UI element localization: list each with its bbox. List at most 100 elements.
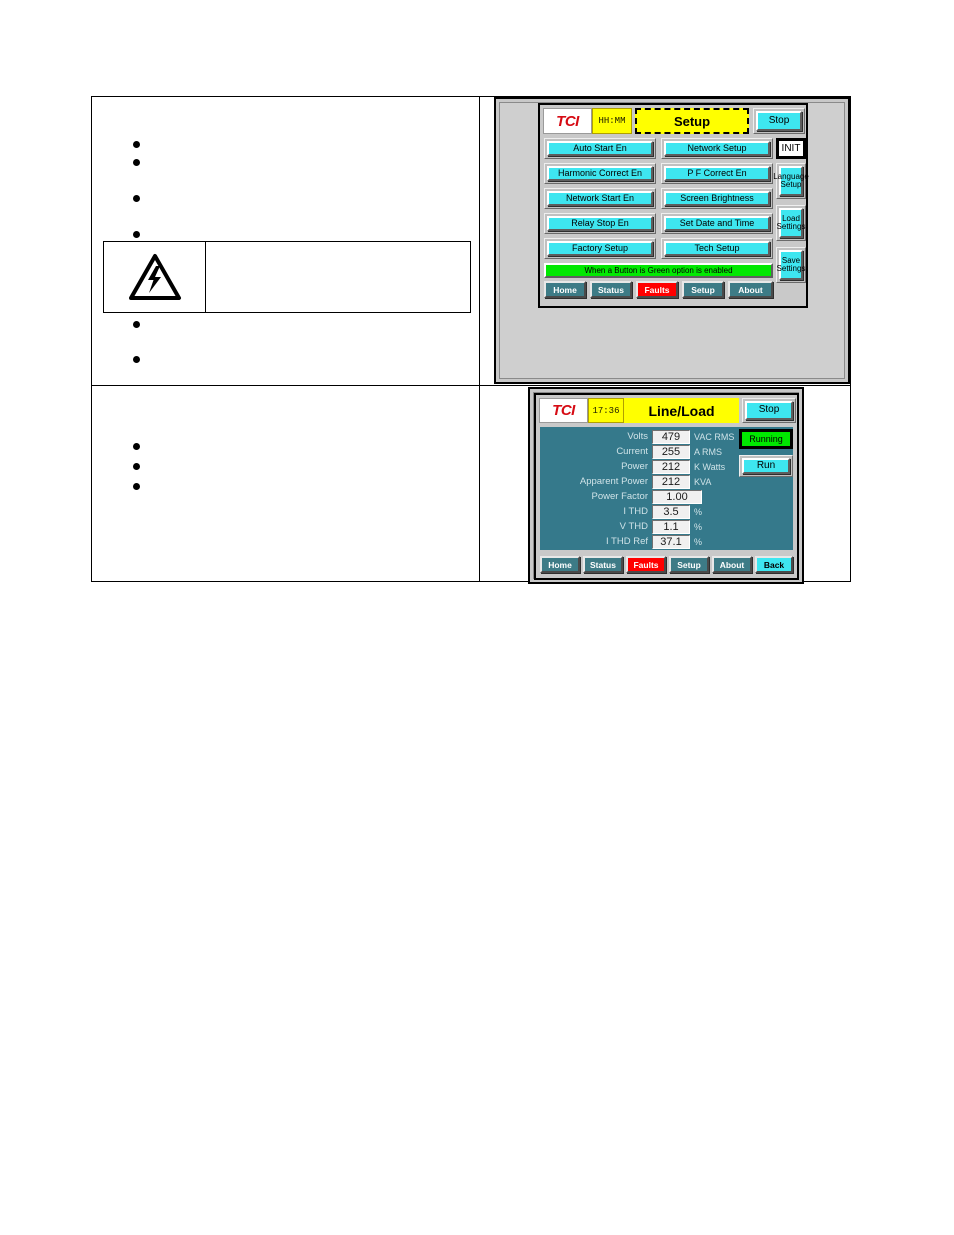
network-start-en-label: Network Start En — [565, 192, 635, 203]
button-frame-network-setup: Network Setup — [661, 138, 773, 159]
button-frame-language-setup: Language Setup — [773, 163, 809, 199]
reading-row: V THD 1.1 % — [540, 519, 793, 534]
nav-setup-button[interactable]: Setup — [669, 556, 709, 573]
button-frame-relay-stop: Relay Stop En — [544, 213, 656, 234]
relay-stop-en-button[interactable]: Relay Stop En — [547, 216, 653, 231]
network-start-en-button[interactable]: Network Start En — [547, 191, 653, 206]
bullet-point — [133, 321, 140, 328]
stop-button[interactable]: Stop — [756, 111, 802, 131]
tech-setup-button[interactable]: Tech Setup — [664, 241, 770, 256]
stop-button[interactable]: Stop — [745, 401, 793, 420]
run-button-label: Run — [756, 459, 776, 471]
tech-setup-label: Tech Setup — [694, 242, 740, 253]
clock-display: 17:36 — [588, 398, 624, 423]
reading-value: 479 — [652, 429, 690, 444]
save-settings-button[interactable]: Save Settings — [776, 250, 806, 280]
nav-faults-label: Faults — [633, 559, 659, 570]
button-frame-pf-correct: P F Correct En — [661, 163, 773, 184]
init-button[interactable]: INIT — [776, 138, 806, 159]
nav-status-button[interactable]: Status — [583, 556, 623, 573]
reading-label: Current — [616, 446, 648, 457]
nav-faults-button[interactable]: Faults — [626, 556, 666, 573]
stop-button-frame: Stop — [742, 398, 796, 423]
reading-label: Volts — [627, 431, 648, 442]
bullet-point — [133, 141, 140, 148]
nav-setup-label: Setup — [677, 559, 701, 570]
bullet-point — [133, 195, 140, 202]
reading-label: I THD Ref — [605, 536, 648, 547]
load-settings-button[interactable]: Load Settings — [777, 208, 805, 238]
network-setup-label: Network Setup — [687, 142, 747, 153]
page-title: Line/Load — [624, 398, 739, 423]
nav-home-button[interactable]: Home — [540, 556, 580, 573]
nav-status-button[interactable]: Status — [590, 281, 632, 298]
button-frame-load-settings: Load Settings — [776, 205, 806, 241]
reading-value: 1.00 — [652, 489, 702, 504]
tci-logo-text: TCI — [552, 402, 575, 419]
set-date-and-time-button[interactable]: Set Date and Time — [664, 216, 770, 231]
harmonic-correct-en-button[interactable]: Harmonic Correct En — [547, 166, 653, 181]
language-setup-label-line2: Setup — [780, 180, 802, 189]
warning-callout-box — [103, 241, 471, 313]
lineload-hmi-panel: TCI 17:36 Line/Load Stop Volts 479 VAC R… — [528, 387, 804, 584]
save-settings-label-line2: Settings — [776, 264, 806, 273]
lineload-screen: TCI 17:36 Line/Load Stop Volts 479 VAC R… — [534, 393, 799, 580]
nav-faults-button[interactable]: Faults — [636, 281, 678, 298]
network-setup-button[interactable]: Network Setup — [664, 141, 770, 156]
nav-home-button[interactable]: Home — [544, 281, 586, 298]
stop-button-frame: Stop — [753, 108, 805, 134]
setup-titlebar: TCI HH:MM Setup Stop — [543, 108, 805, 134]
running-status-indicator: Running — [739, 429, 793, 449]
nav-about-button[interactable]: About — [712, 556, 752, 573]
pf-correct-en-button[interactable]: P F Correct En — [664, 166, 770, 181]
setup-screen: TCI HH:MM Setup Stop Auto Start En Harmo… — [538, 103, 809, 308]
factory-setup-button[interactable]: Factory Setup — [547, 241, 653, 256]
nav-back-button[interactable]: Back — [755, 556, 793, 573]
reading-label: Power Factor — [591, 491, 649, 502]
reading-unit: VAC RMS — [694, 431, 735, 442]
green-info-banner-text: When a Button is Green option is enabled — [584, 266, 733, 275]
button-frame-screen-brightness: Screen Brightness — [661, 188, 773, 209]
bullet-point — [133, 483, 140, 490]
auto-start-en-label: Auto Start En — [573, 142, 627, 153]
reading-label: Power — [621, 461, 648, 472]
factory-setup-label: Factory Setup — [571, 242, 629, 253]
electrical-hazard-triangle-icon — [128, 254, 181, 300]
reading-unit: % — [694, 506, 703, 517]
button-frame-set-date-time: Set Date and Time — [661, 213, 773, 234]
pf-correct-en-label: P F Correct En — [687, 167, 747, 178]
bullet-point — [133, 443, 140, 450]
reading-label: V THD — [619, 521, 648, 532]
nav-back-label: Back — [763, 559, 785, 570]
nav-home-label: Home — [548, 559, 572, 570]
reading-unit: K Watts — [694, 461, 726, 472]
nav-setup-button[interactable]: Setup — [682, 281, 724, 298]
nav-status-label: Status — [590, 559, 616, 570]
bullet-point — [133, 463, 140, 470]
stop-button-label: Stop — [758, 404, 780, 416]
reading-value: 37.1 — [652, 534, 690, 549]
clock-display: HH:MM — [592, 108, 632, 134]
button-frame-network-start: Network Start En — [544, 188, 656, 209]
init-button-label: INIT — [781, 143, 801, 154]
tci-logo: TCI — [543, 108, 592, 134]
reading-value: 212 — [652, 474, 690, 489]
button-frame-factory-setup: Factory Setup — [544, 238, 656, 259]
warning-icon-cell — [104, 242, 206, 312]
reading-value: 255 — [652, 444, 690, 459]
reading-label: I THD — [623, 506, 648, 517]
page-title: Setup — [635, 108, 749, 134]
tci-logo-text: TCI — [556, 112, 579, 130]
run-button[interactable]: Run — [742, 458, 790, 474]
nav-about-label: About — [719, 559, 745, 570]
reading-unit: A RMS — [694, 446, 723, 457]
button-frame-tech-setup: Tech Setup — [661, 238, 773, 259]
button-frame-save-settings: Save Settings — [776, 247, 806, 283]
auto-start-en-button[interactable]: Auto Start En — [547, 141, 653, 156]
language-setup-button[interactable]: Language Setup — [773, 166, 809, 196]
nav-status-label: Status — [598, 284, 624, 295]
nav-about-button[interactable]: About — [728, 281, 773, 298]
tci-logo: TCI — [539, 398, 588, 423]
screen-brightness-button[interactable]: Screen Brightness — [664, 191, 770, 206]
left-text-cell-2 — [90, 385, 481, 582]
